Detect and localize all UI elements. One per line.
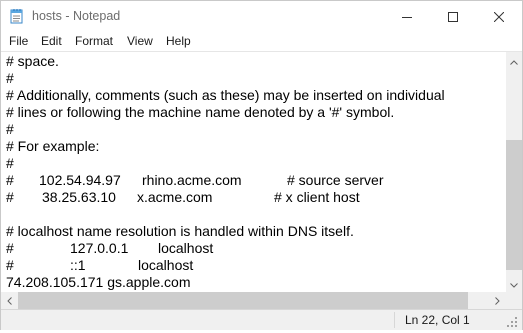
text-segment: # (6, 121, 14, 137)
chevron-left-icon (7, 292, 12, 310)
menu-file[interactable]: File (9, 34, 28, 48)
minimize-icon (402, 12, 412, 22)
status-divider (394, 312, 395, 328)
text-segment: # source server (287, 172, 384, 188)
text-line: # 127.0.0.1 localhost (6, 240, 213, 257)
close-button[interactable] (476, 1, 522, 32)
vertical-scroll-thumb[interactable] (506, 140, 522, 270)
status-bar: Ln 22, Col 1 (1, 309, 522, 330)
text-segment: # x client host (274, 189, 360, 205)
chevron-down-icon (510, 275, 518, 293)
menu-view[interactable]: View (127, 34, 153, 48)
text-segment: 38.25.63.10 (42, 189, 116, 205)
scroll-left-button[interactable] (1, 292, 18, 309)
text-segment: # lines or following the machine name de… (6, 104, 395, 120)
text-line: # 102.54.94.97 rhino.acme.com # source s… (6, 172, 383, 189)
resize-grip-icon[interactable] (506, 315, 518, 327)
horizontal-scrollbar[interactable] (1, 292, 506, 309)
text-segment: 127.0.0.1 (70, 240, 129, 256)
text-segment: # For example: (6, 138, 100, 154)
title-bar[interactable]: hosts - Notepad (1, 1, 522, 32)
text-segment: rhino.acme.com (142, 172, 242, 188)
text-segment: ::1 (70, 257, 86, 273)
text-segment: x.acme.com (137, 189, 213, 205)
text-segment: # (6, 70, 14, 86)
scrollbar-corner (506, 292, 522, 309)
cursor-position: Ln 22, Col 1 (405, 313, 470, 327)
text-segment: 74.208.105.171 gs.apple.com (6, 274, 191, 290)
text-segment: # (6, 172, 14, 188)
vertical-scrollbar[interactable] (506, 52, 522, 292)
text-line: # 38.25.63.10 x.acme.com # x client host (6, 189, 360, 206)
maximize-button[interactable] (430, 1, 476, 32)
chevron-up-icon (510, 52, 518, 70)
menu-bar: File Edit Format View Help (1, 32, 522, 52)
maximize-icon (448, 11, 458, 22)
scroll-up-button[interactable] (506, 52, 522, 69)
notepad-icon (10, 8, 24, 24)
text-segment: # Additionally, comments (such as these)… (6, 87, 445, 103)
scroll-right-button[interactable] (489, 292, 506, 309)
notepad-window: hosts - Notepad File Edit Format View He… (0, 0, 523, 330)
text-segment: # localhost name resolution is handled w… (6, 223, 354, 239)
chevron-right-icon (495, 292, 500, 310)
text-editor[interactable]: # space. # # Additionally, comments (suc… (1, 52, 506, 292)
window-title: hosts - Notepad (32, 9, 121, 23)
text-segment: # (6, 257, 14, 273)
text-segment: # space. (6, 53, 59, 69)
menu-edit[interactable]: Edit (41, 34, 62, 48)
text-segment: # (6, 240, 14, 256)
menu-help[interactable]: Help (166, 34, 191, 48)
text-line: # ::1 localhost (6, 257, 193, 274)
horizontal-scroll-thumb[interactable] (18, 292, 468, 309)
text-segment: # (6, 155, 14, 171)
close-icon (494, 11, 504, 22)
text-segment: # (6, 189, 14, 205)
menu-format[interactable]: Format (75, 34, 113, 48)
text-segment: localhost (158, 240, 214, 256)
text-segment: 102.54.94.97 (39, 172, 121, 188)
scroll-down-button[interactable] (506, 275, 522, 292)
text-segment: localhost (138, 257, 194, 273)
minimize-button[interactable] (384, 1, 430, 32)
